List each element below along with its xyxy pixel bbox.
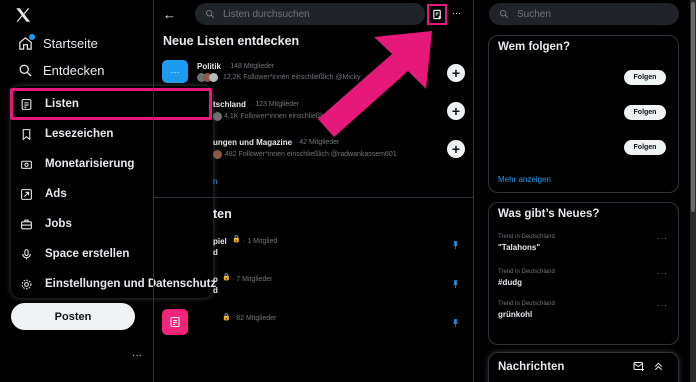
search-icon: [499, 9, 509, 19]
scrollbar-thumb[interactable]: [691, 2, 695, 212]
home-icon: [18, 34, 35, 51]
x-logo-icon: [16, 8, 31, 22]
nav-explore-label: Entdecken: [43, 63, 105, 78]
trend-more-dots[interactable]: ···: [657, 300, 668, 310]
money-icon: [19, 157, 33, 171]
your-lists-title: ten: [213, 207, 232, 221]
bookmark-icon: [19, 127, 33, 141]
nav-home[interactable]: Startseite: [18, 34, 98, 51]
pin-icon[interactable]: [451, 240, 460, 250]
pin-icon[interactable]: [451, 279, 460, 289]
briefcase-icon: [19, 217, 33, 231]
new-message-icon[interactable]: [633, 361, 645, 372]
menu-item-monetarisierung[interactable]: Monetarisierung: [19, 157, 134, 171]
follow-list-button[interactable]: +: [447, 64, 465, 82]
list-title[interactable]: Politik: [197, 62, 221, 71]
trend-category: Trend in Deutschland: [498, 301, 555, 307]
who-to-follow-title: Wem folgen?: [498, 41, 570, 53]
lock-icon: 🔒: [222, 314, 231, 321]
menu-item-label: Ads: [45, 188, 67, 200]
divider-right: [473, 0, 474, 382]
list-members: · 7 Mitglieder: [232, 276, 273, 283]
show-more-follow-link[interactable]: Mehr anzeigen: [498, 175, 551, 184]
menu-item-label: Einstellungen und Datenschutz: [45, 278, 217, 290]
follower-avatars: [213, 112, 223, 121]
divider-left: [153, 0, 154, 382]
search-placeholder: Suchen: [517, 8, 551, 20]
nav-explore[interactable]: Entdecken: [18, 63, 104, 78]
new-list-button[interactable]: [427, 4, 447, 25]
discover-lists-title: Neue Listen entdecken: [163, 34, 300, 48]
ads-icon: [19, 187, 33, 201]
search-icon: [205, 9, 215, 19]
more-options-dots[interactable]: ···: [452, 8, 461, 18]
search-icon: [18, 63, 33, 78]
new-list-icon: [432, 9, 443, 20]
list-avatar-own: [162, 309, 188, 335]
list-members: · 148 Mitglieder: [226, 63, 275, 70]
trend-name[interactable]: #dudg: [498, 278, 522, 287]
list-owner: d: [213, 248, 218, 257]
menu-item-ads[interactable]: Ads: [19, 187, 67, 201]
gear-icon: [19, 277, 33, 291]
list-members: · 82 Mitglieder: [232, 315, 277, 322]
list-members: · 123 Mitglieder: [251, 101, 300, 108]
follower-avatars: [213, 150, 223, 159]
chevron-up-icon[interactable]: [653, 361, 664, 372]
x-logo[interactable]: [14, 6, 32, 24]
list-avatar-politik: ···: [162, 60, 188, 83]
whats-new-title: Was gibt’s Neues?: [498, 208, 600, 220]
page-scrollbar[interactable]: [690, 0, 696, 382]
listen-highlight-box: [10, 88, 212, 120]
lock-icon: 🔒: [232, 236, 241, 243]
list-title[interactable]: o: [213, 275, 218, 284]
menu-item-einstellungen[interactable]: Einstellungen und Datenschutz: [19, 277, 216, 291]
list-title[interactable]: tschland: [213, 100, 246, 109]
trend-more-dots[interactable]: ···: [657, 268, 668, 278]
menu-item-label: Jobs: [45, 218, 72, 230]
microphone-icon: [19, 247, 33, 261]
follow-list-button[interactable]: +: [447, 102, 465, 120]
trend-category: Trend in Deutschland: [498, 234, 555, 240]
show-more-lists-link[interactable]: n: [213, 177, 217, 186]
menu-item-jobs[interactable]: Jobs: [19, 217, 72, 231]
follow-button[interactable]: Folgen: [624, 70, 666, 85]
lock-icon: 🔒: [222, 274, 231, 281]
follow-list-button[interactable]: +: [447, 140, 465, 158]
search-placeholder: Listen durchsuchen: [223, 8, 310, 20]
menu-item-lesezeichen[interactable]: Lesezeichen: [19, 127, 113, 141]
trend-name[interactable]: "Talahons": [498, 243, 540, 252]
trend-name[interactable]: grünkohl: [498, 310, 532, 319]
section-divider: [154, 197, 473, 198]
menu-item-space-erstellen[interactable]: Space erstellen: [19, 247, 129, 261]
trend-category: Trend in Deutschland: [498, 269, 555, 275]
messages-title: Nachrichten: [498, 361, 565, 373]
trend-more-dots[interactable]: ···: [657, 233, 668, 243]
account-more-dots[interactable]: ···: [132, 350, 142, 361]
list-members: · 1 Mitglied: [243, 238, 278, 245]
pink-arrow-annotation: [318, 31, 432, 137]
menu-item-label: Space erstellen: [45, 248, 130, 260]
back-arrow-icon[interactable]: ←: [163, 7, 176, 22]
follow-button[interactable]: Folgen: [624, 105, 666, 120]
list-title[interactable]: ungen und Magazine: [213, 138, 292, 147]
nav-home-label: Startseite: [43, 36, 98, 51]
follow-button[interactable]: Folgen: [624, 140, 666, 155]
menu-item-label: Monetarisierung: [45, 158, 135, 170]
lists-search-input[interactable]: Listen durchsuchen: [195, 3, 425, 25]
list-owner: d: [213, 286, 218, 295]
follower-avatars: [197, 73, 221, 82]
list-title[interactable]: piel: [213, 237, 227, 246]
menu-item-label: Lesezeichen: [45, 128, 114, 140]
list-members: · 42 Mitglieder: [295, 139, 340, 146]
pin-icon[interactable]: [451, 318, 460, 328]
post-button[interactable]: Posten: [11, 303, 135, 330]
list-followers: 482 Follower*innen einschließlich @radwa…: [225, 151, 397, 158]
global-search-input[interactable]: Suchen: [489, 3, 679, 25]
